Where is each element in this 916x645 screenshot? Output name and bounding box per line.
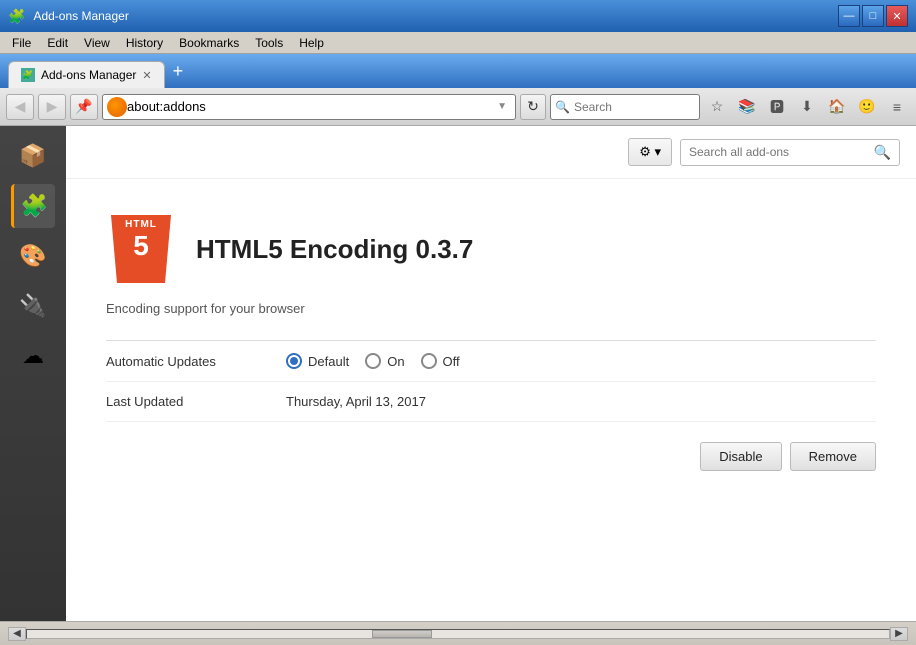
scroll-left-button[interactable]: ◀ xyxy=(8,627,26,641)
radio-on-label: On xyxy=(387,354,404,369)
window-controls: — □ ✕ xyxy=(838,5,908,27)
search-bar-container: 🔍 xyxy=(550,94,700,120)
html5-logo: HTML 5 xyxy=(106,209,176,289)
services-icon: ☁ xyxy=(22,343,44,369)
download-icon[interactable]: ⬇ xyxy=(794,94,820,120)
nav-bar: ◀ ▶ 📌 ▼ ↻ 🔍 ☆ 📚 🅿 ⬇ 🏠 🙂 ≡ xyxy=(0,88,916,126)
last-updated-row: Last Updated Thursday, April 13, 2017 xyxy=(106,382,876,422)
menu-icon[interactable]: ≡ xyxy=(884,94,910,120)
menu-bookmarks[interactable]: Bookmarks xyxy=(171,34,247,52)
addon-header: HTML 5 HTML5 Encoding 0.3.7 xyxy=(106,209,876,289)
gear-button[interactable]: ⚙ ▾ xyxy=(628,138,672,166)
remove-button[interactable]: Remove xyxy=(790,442,876,471)
html5-number: 5 xyxy=(133,232,149,260)
addon-info: Automatic Updates Default On xyxy=(106,340,876,422)
search-addons-icon[interactable]: 🔍 xyxy=(874,144,891,161)
star-icon[interactable]: ☆ xyxy=(704,94,730,120)
tab-bar: 🧩 Add-ons Manager ✕ + xyxy=(0,54,916,88)
forward-button[interactable]: ▶ xyxy=(38,94,66,120)
menu-view[interactable]: View xyxy=(76,34,118,52)
radio-off-circle xyxy=(421,353,437,369)
sidebar: 📦 🧩 🎨 🔌 ☁ xyxy=(0,126,66,621)
addon-manager-icon: 🧩 xyxy=(8,8,25,25)
pin-button[interactable]: 📌 xyxy=(70,94,98,120)
tab-label: Add-ons Manager xyxy=(41,68,136,82)
url-dropdown-arrow[interactable]: ▼ xyxy=(493,101,511,112)
search-input[interactable] xyxy=(574,100,684,114)
addon-description: Encoding support for your browser xyxy=(106,301,876,316)
addon-manager-tab[interactable]: 🧩 Add-ons Manager ✕ xyxy=(8,61,165,88)
url-bar-container: ▼ xyxy=(102,94,516,120)
sidebar-item-extensions[interactable]: 🧩 xyxy=(11,184,55,228)
title-bar-text: Add-ons Manager xyxy=(33,9,128,23)
addon-name: HTML5 Encoding 0.3.7 xyxy=(196,234,473,265)
search-icon: 🔍 xyxy=(555,100,570,114)
addon-buttons: Disable Remove xyxy=(106,422,876,471)
menu-bar: File Edit View History Bookmarks Tools H… xyxy=(0,32,916,54)
refresh-button[interactable]: ↻ xyxy=(520,94,546,120)
disable-button[interactable]: Disable xyxy=(700,442,781,471)
minimize-button[interactable]: — xyxy=(838,5,860,27)
new-tab-button[interactable]: + xyxy=(167,59,190,84)
radio-off-label: Off xyxy=(443,354,460,369)
sidebar-item-get-addons[interactable]: 📦 xyxy=(11,134,55,178)
back-button[interactable]: ◀ xyxy=(6,94,34,120)
radio-default-option[interactable]: Default xyxy=(286,353,349,369)
firefox-icon xyxy=(107,97,127,117)
sidebar-item-appearance[interactable]: 🎨 xyxy=(11,234,55,278)
radio-group: Default On Off xyxy=(286,353,460,369)
menu-help[interactable]: Help xyxy=(291,34,332,52)
html5-text-top: HTML xyxy=(125,219,157,230)
html5-shield: HTML 5 xyxy=(111,215,171,283)
last-updated-value: Thursday, April 13, 2017 xyxy=(286,394,426,409)
library-icon[interactable]: 📚 xyxy=(734,94,760,120)
nav-icons: ☆ 📚 🅿 ⬇ 🏠 🙂 ≡ xyxy=(704,94,910,120)
radio-default-circle xyxy=(286,353,302,369)
extensions-icon: 🧩 xyxy=(21,193,48,219)
title-bar: 🧩 Add-ons Manager — □ ✕ xyxy=(0,0,916,32)
plugins-icon: 🔌 xyxy=(19,293,46,319)
url-input[interactable] xyxy=(127,99,493,114)
close-button[interactable]: ✕ xyxy=(886,5,908,27)
tab-addon-icon: 🧩 xyxy=(21,68,35,82)
search-addons-container: 🔍 xyxy=(680,139,900,166)
scrollbar-thumb[interactable] xyxy=(372,630,432,638)
tab-close-button[interactable]: ✕ xyxy=(142,69,151,82)
scrollbar-track[interactable] xyxy=(26,629,890,639)
menu-tools[interactable]: Tools xyxy=(247,34,291,52)
menu-history[interactable]: History xyxy=(118,34,171,52)
appearance-icon: 🎨 xyxy=(19,243,46,269)
status-bar: ◀ ▶ xyxy=(0,621,916,645)
main-content: ⚙ ▾ 🔍 HTML 5 HTML5 Encoding 0.3.7 Encodi… xyxy=(66,126,916,621)
radio-on-circle xyxy=(365,353,381,369)
sidebar-item-plugins[interactable]: 🔌 xyxy=(11,284,55,328)
scroll-right-button[interactable]: ▶ xyxy=(890,627,908,641)
addon-toolbar: ⚙ ▾ 🔍 xyxy=(66,126,916,179)
radio-on-option[interactable]: On xyxy=(365,353,404,369)
home-icon[interactable]: 🏠 xyxy=(824,94,850,120)
get-addons-icon: 📦 xyxy=(19,143,46,169)
smiley-icon[interactable]: 🙂 xyxy=(854,94,880,120)
menu-file[interactable]: File xyxy=(4,34,39,52)
auto-updates-label: Automatic Updates xyxy=(106,354,286,369)
addon-detail: HTML 5 HTML5 Encoding 0.3.7 Encoding sup… xyxy=(66,179,916,621)
radio-default-label: Default xyxy=(308,354,349,369)
radio-off-option[interactable]: Off xyxy=(421,353,460,369)
last-updated-label: Last Updated xyxy=(106,394,286,409)
browser-content: 📦 🧩 🎨 🔌 ☁ ⚙ ▾ 🔍 xyxy=(0,126,916,621)
maximize-button[interactable]: □ xyxy=(862,5,884,27)
auto-updates-row: Automatic Updates Default On xyxy=(106,341,876,382)
search-addons-input[interactable] xyxy=(689,145,874,159)
sidebar-item-services[interactable]: ☁ xyxy=(11,334,55,378)
menu-edit[interactable]: Edit xyxy=(39,34,76,52)
pocket-icon[interactable]: 🅿 xyxy=(764,94,790,120)
